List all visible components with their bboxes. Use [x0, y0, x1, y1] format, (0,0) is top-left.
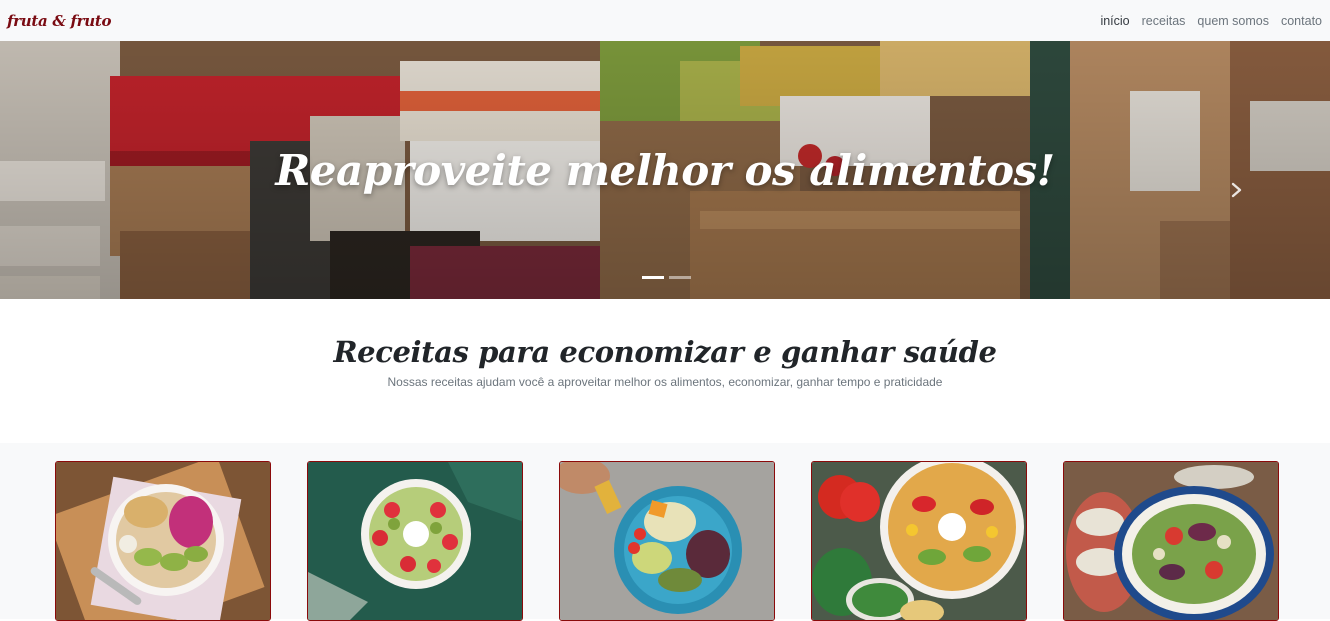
carousel-indicator-2[interactable] — [669, 276, 691, 279]
nav-menu: início receitas quem somos contato — [1100, 14, 1322, 28]
recipe-image-salad-plate — [560, 462, 774, 620]
section-subtitle: Nossas receitas ajudam você a aproveitar… — [387, 375, 943, 389]
nav-link-receitas[interactable]: receitas — [1142, 14, 1186, 28]
carousel-indicator-1[interactable] — [642, 276, 664, 279]
recipe-card[interactable] — [1063, 461, 1279, 621]
chevron-right-icon[interactable] — [1226, 179, 1248, 201]
brand-logo[interactable]: fruta & fruto — [7, 12, 112, 30]
hero-carousel: Reaproveite melhor os alimentos! — [0, 41, 1330, 299]
section-title: Receitas para economizar e ganhar saúde — [333, 335, 997, 369]
recipe-card[interactable] — [811, 461, 1027, 621]
nav-link-contato[interactable]: contato — [1281, 14, 1322, 28]
recipe-card[interactable] — [307, 461, 523, 621]
nav-link-inicio[interactable]: início — [1100, 14, 1129, 28]
intro-section: Receitas para economizar e ganhar saúde … — [0, 299, 1330, 443]
recipe-card[interactable] — [559, 461, 775, 621]
recipe-image-salad-bowl — [1064, 462, 1278, 620]
recipe-image-strawberry-bowl — [308, 462, 522, 620]
recipe-image-vegetable-platter — [812, 462, 1026, 620]
navbar: fruta & fruto início receitas quem somos… — [0, 0, 1330, 41]
nav-link-quem-somos[interactable]: quem somos — [1197, 14, 1269, 28]
recipes-section — [0, 443, 1330, 621]
recipe-card[interactable] — [55, 461, 271, 621]
hero-title: Reaproveite melhor os alimentos! — [275, 146, 1055, 195]
carousel-indicators — [642, 276, 691, 279]
recipe-image-acai-bowl — [56, 462, 270, 620]
